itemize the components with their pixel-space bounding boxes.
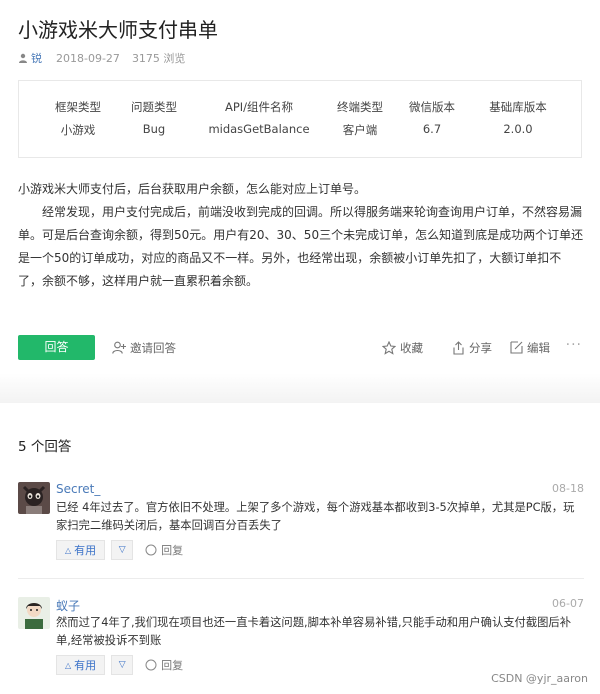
invite-answer-button[interactable]: 邀请回答	[112, 335, 176, 360]
info-col-issue-type: 问题类型 Bug	[119, 81, 189, 157]
invite-label: 邀请回答	[130, 340, 176, 355]
answers-count-title: 5 个回答	[18, 439, 72, 455]
info-col-wechat-version: 微信版本 6.7	[397, 81, 467, 157]
info-col-terminal: 终端类型 客户端	[325, 81, 395, 157]
favorite-label: 收藏	[400, 340, 423, 355]
info-value: Bug	[142, 122, 166, 136]
answer-author[interactable]: 蚁子	[56, 597, 80, 614]
favorite-button[interactable]: 收藏	[382, 335, 423, 360]
answer-text: 然而过了4年了,我们现在项目也还一直卡着这问题,脚本补单容易补错,只能手动和用户…	[56, 616, 572, 647]
reply-label: 回复	[161, 544, 184, 557]
share-icon	[453, 340, 464, 355]
downvote-button[interactable]: ▽	[111, 655, 134, 675]
answer-item: Secret_ 08-18 已经 4年过去了。官方依旧不处理。上架了多个游戏，每…	[18, 482, 584, 562]
answer-text: 已经 4年过去了。官方依旧不处理。上架了多个游戏，每个游戏基本都收到3-5次掉单…	[56, 501, 575, 532]
upvote-button[interactable]: △ 有用	[56, 655, 106, 675]
edit-icon	[510, 341, 523, 354]
edit-label: 编辑	[527, 340, 550, 355]
question-paragraph: 经常发现，用户支付完成后，前端没收到完成的回调。所以得服务端来轮询查询用户订单，…	[18, 205, 584, 288]
answer-actions: △ 有用 ▽ 回复	[56, 655, 183, 675]
answer-divider	[18, 578, 584, 579]
answer-date: 08-18	[552, 482, 584, 495]
upvote-icon: △	[65, 660, 72, 670]
info-header: 终端类型	[337, 100, 383, 114]
upvote-label: 有用	[74, 659, 97, 672]
edit-button[interactable]: 编辑	[510, 335, 550, 360]
info-col-framework: 框架类型 小游戏	[43, 81, 113, 157]
info-header: 问题类型	[131, 100, 177, 114]
star-icon	[382, 340, 396, 355]
downvote-icon: ▽	[118, 660, 126, 670]
watermark: CSDN @yjr_aaron	[491, 672, 588, 685]
upvote-icon: △	[65, 545, 72, 555]
view-count: 3175 浏览	[131, 52, 186, 65]
reply-button[interactable]: 回复	[145, 542, 183, 558]
question-title: 小游戏米大师支付串单	[18, 18, 218, 42]
share-button[interactable]: 分享	[452, 335, 492, 360]
answer-item: 蚁子 06-07 然而过了4年了,我们现在项目也还一直卡着这问题,脚本补单容易补…	[18, 597, 584, 677]
comment-icon	[145, 544, 157, 556]
upvote-label: 有用	[74, 544, 97, 557]
downvote-button[interactable]: ▽	[111, 540, 134, 560]
question-action-bar: 回答 邀请回答 收藏 分享 编辑 ···	[0, 335, 600, 393]
info-value: midasGetBalance	[208, 122, 310, 136]
more-icon[interactable]: ···	[566, 335, 582, 360]
question-date: 2018-09-27	[56, 51, 120, 65]
reply-label: 回复	[161, 659, 184, 672]
info-value: 客户端	[342, 123, 378, 137]
upvote-button[interactable]: △ 有用	[56, 540, 106, 560]
user-icon	[19, 53, 27, 63]
reply-button[interactable]: 回复	[145, 657, 183, 673]
author-link[interactable]: 锐	[31, 50, 42, 66]
answer-actions: △ 有用 ▽ 回复	[56, 540, 183, 560]
info-header: 基础库版本	[489, 100, 547, 114]
question-paragraph: 小游戏米大师支付后，后台获取用户余额，怎么能对应上订单号。	[18, 182, 367, 196]
question-body: 小游戏米大师支付后，后台获取用户余额，怎么能对应上订单号。 经常发现，用户支付完…	[18, 178, 584, 293]
info-header: 框架类型	[55, 100, 101, 114]
info-value: 小游戏	[60, 123, 96, 137]
question-info-table: 框架类型 小游戏 问题类型 Bug API/组件名称 midasGetBalan…	[18, 80, 582, 158]
comment-icon	[145, 659, 157, 671]
downvote-icon: ▽	[118, 545, 126, 555]
invite-user-icon	[112, 341, 126, 354]
info-value: 6.7	[422, 122, 442, 136]
question-meta: 锐 2018-09-27 3175 浏览	[18, 50, 185, 66]
avatar[interactable]	[18, 597, 50, 629]
info-value: 2.0.0	[503, 122, 533, 136]
avatar[interactable]	[18, 482, 50, 514]
info-col-api: API/组件名称 midasGetBalance	[204, 81, 314, 157]
share-label: 分享	[469, 340, 492, 355]
info-header: 微信版本	[409, 100, 455, 114]
info-header: API/组件名称	[224, 100, 294, 114]
answer-author[interactable]: Secret_	[56, 482, 100, 496]
info-col-lib-version: 基础库版本 2.0.0	[479, 81, 557, 157]
answer-date: 06-07	[552, 597, 584, 610]
answer-button[interactable]: 回答	[18, 335, 95, 360]
